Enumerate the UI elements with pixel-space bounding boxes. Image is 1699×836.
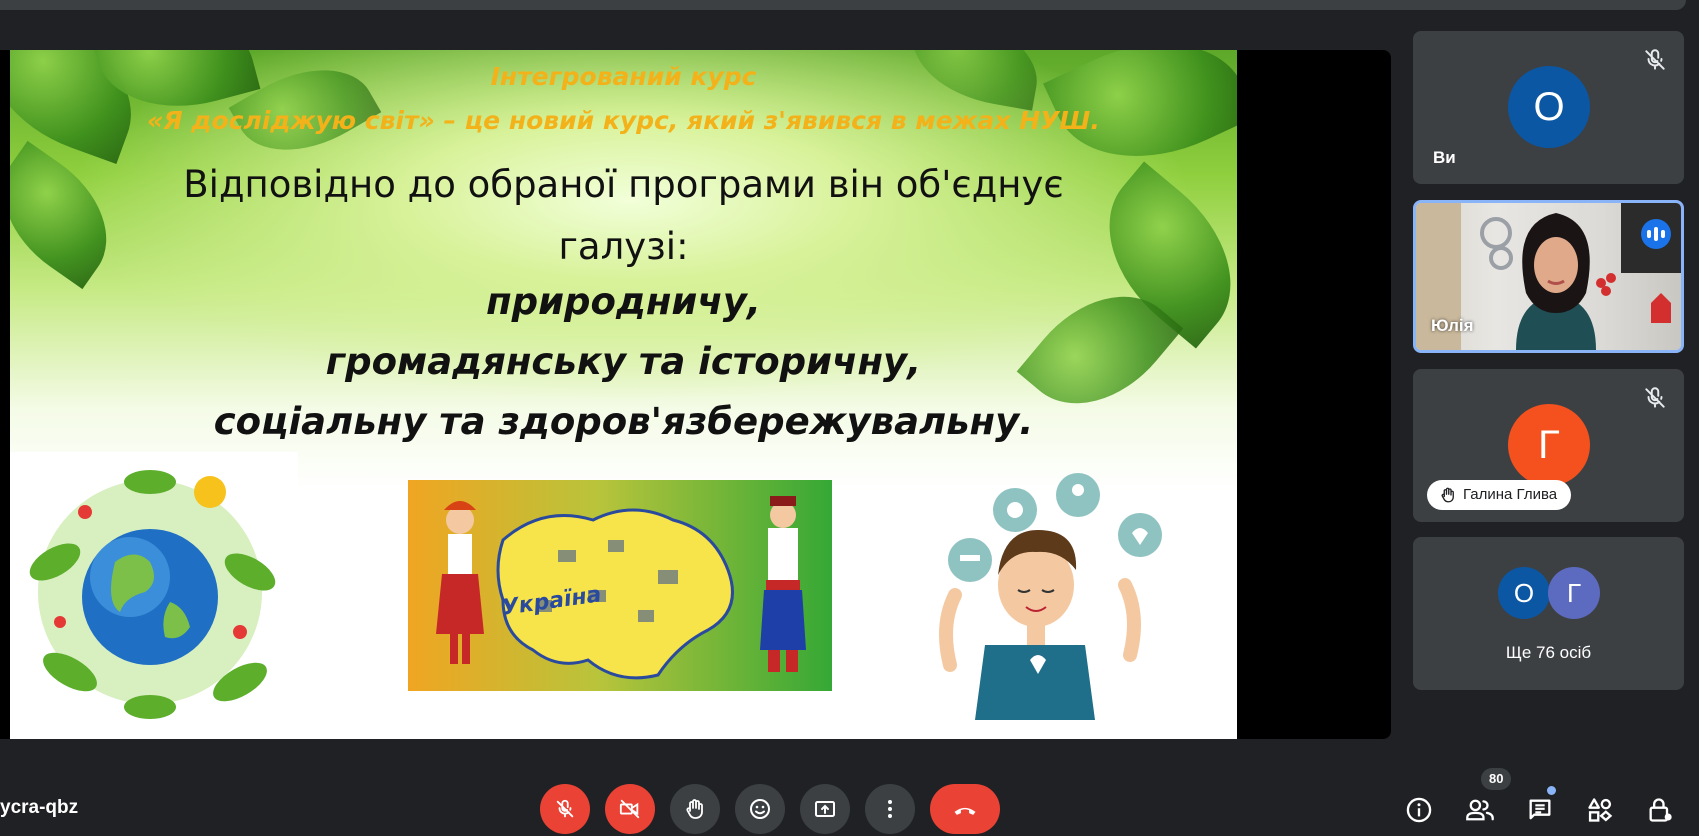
girl-figure <box>436 501 484 664</box>
avatar: О <box>1498 567 1550 619</box>
mic-muted-icon <box>1642 47 1668 73</box>
meeting-details-button[interactable] <box>1403 794 1435 826</box>
chat-button[interactable] <box>1524 794 1556 826</box>
present-button[interactable] <box>800 784 850 834</box>
people-count-badge: 80 <box>1481 768 1512 790</box>
avatar: Г <box>1508 404 1590 486</box>
healthy-lifestyle-illustration <box>910 455 1170 720</box>
slide-title-line1: Інтегрований курс <box>490 62 757 91</box>
mic-muted-icon <box>1642 385 1668 411</box>
meeting-code: ycra-qbz <box>0 797 79 818</box>
people-button[interactable] <box>1464 794 1496 826</box>
participant-tile-galyna[interactable]: Г Галина Глива <box>1413 369 1684 522</box>
hang-up-button[interactable] <box>930 784 1000 834</box>
activities-button[interactable] <box>1584 794 1616 826</box>
participant-tile-speaker[interactable]: Юлія <box>1413 200 1684 353</box>
slide-list-item: соціальну та здоров'язбережувальну. <box>213 400 1034 443</box>
participant-name: Юлія <box>1431 316 1474 335</box>
slide-list: природничу, громадянську та історичну, с… <box>10 272 1237 452</box>
hang-up-icon <box>954 807 976 815</box>
presentation-slide: Інтегрований курс «Я досліджую світ» – ц… <box>10 50 1237 739</box>
top-bar <box>0 0 1686 10</box>
camera-off-icon <box>619 799 640 819</box>
participant-tile-self[interactable]: О Ви <box>1413 31 1684 184</box>
cossack-figure <box>760 496 806 672</box>
others-count-label: Ще 76 осіб <box>1505 643 1592 662</box>
raise-hand-button[interactable] <box>670 784 720 834</box>
slide-list-item: природничу, <box>486 280 761 323</box>
participant-name: Галина Глива <box>1463 486 1558 503</box>
present-screen-icon <box>815 801 835 817</box>
avatar: О <box>1508 66 1590 148</box>
mic-toggle-button[interactable] <box>540 784 590 834</box>
participant-name: Ви <box>1433 148 1456 167</box>
slide-body-line1: Відповідно до обраної програми він об'єд… <box>183 163 1064 206</box>
globe-illustration <box>10 452 298 732</box>
people-icon <box>1466 799 1494 821</box>
mic-off-icon <box>556 799 574 818</box>
more-options-icon <box>888 800 892 818</box>
slide-body: Відповідно до обраної програми він об'єд… <box>10 154 1237 278</box>
more-options-button[interactable] <box>865 784 915 834</box>
host-controls-button[interactable] <box>1644 794 1676 826</box>
avatar: Г <box>1548 567 1600 619</box>
lock-person-icon <box>1649 798 1672 822</box>
slide-title-line2: «Я досліджую світ» – це новий курс, який… <box>147 106 1100 135</box>
activities-icon <box>1588 798 1613 822</box>
emoji-icon <box>750 799 770 819</box>
reactions-button[interactable] <box>735 784 785 834</box>
raise-hand-icon <box>686 799 703 819</box>
speaking-indicator-icon <box>1641 219 1671 249</box>
slide-list-item: громадянську та історичну, <box>325 340 922 383</box>
slide-body-line2: галузі: <box>558 225 689 268</box>
raise-hand-icon <box>1441 487 1454 503</box>
info-icon <box>1406 797 1432 823</box>
camera-toggle-button[interactable] <box>605 784 655 834</box>
participant-tile-others[interactable]: О Г Ще 76 осіб <box>1413 537 1684 690</box>
presentation-stage: Інтегрований курс «Я досліджую світ» – ц… <box>0 50 1391 739</box>
ukraine-map-illustration: Україна <box>408 480 832 691</box>
chat-icon <box>1529 799 1551 820</box>
raised-hand-chip: Галина Глива <box>1427 480 1572 510</box>
